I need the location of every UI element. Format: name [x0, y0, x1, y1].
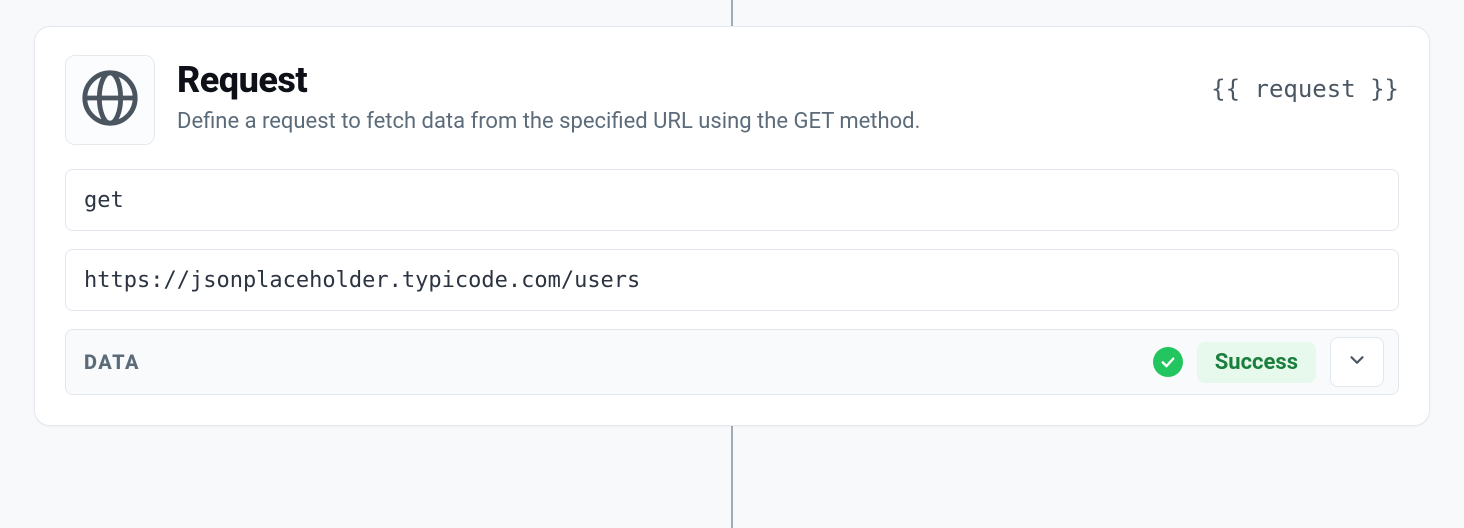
node-icon-box: [65, 55, 155, 145]
expand-result-button[interactable]: [1330, 337, 1384, 387]
method-input[interactable]: [65, 169, 1399, 231]
status-badge: Success: [1197, 342, 1316, 383]
chevron-down-icon: [1346, 349, 1368, 375]
result-label: DATA: [84, 350, 1139, 374]
title-block: Request Define a request to fetch data f…: [177, 55, 1189, 137]
globe-icon: [79, 67, 141, 133]
request-node-card: Request Define a request to fetch data f…: [34, 26, 1430, 426]
result-bar: DATA Success: [65, 329, 1399, 395]
url-input[interactable]: [65, 249, 1399, 311]
card-title: Request: [177, 59, 1189, 101]
card-subtitle: Define a request to fetch data from the …: [177, 107, 1189, 137]
check-circle-icon: [1153, 347, 1183, 377]
variable-reference: {{ request }}: [1211, 55, 1399, 103]
card-header: Request Define a request to fetch data f…: [65, 55, 1399, 145]
